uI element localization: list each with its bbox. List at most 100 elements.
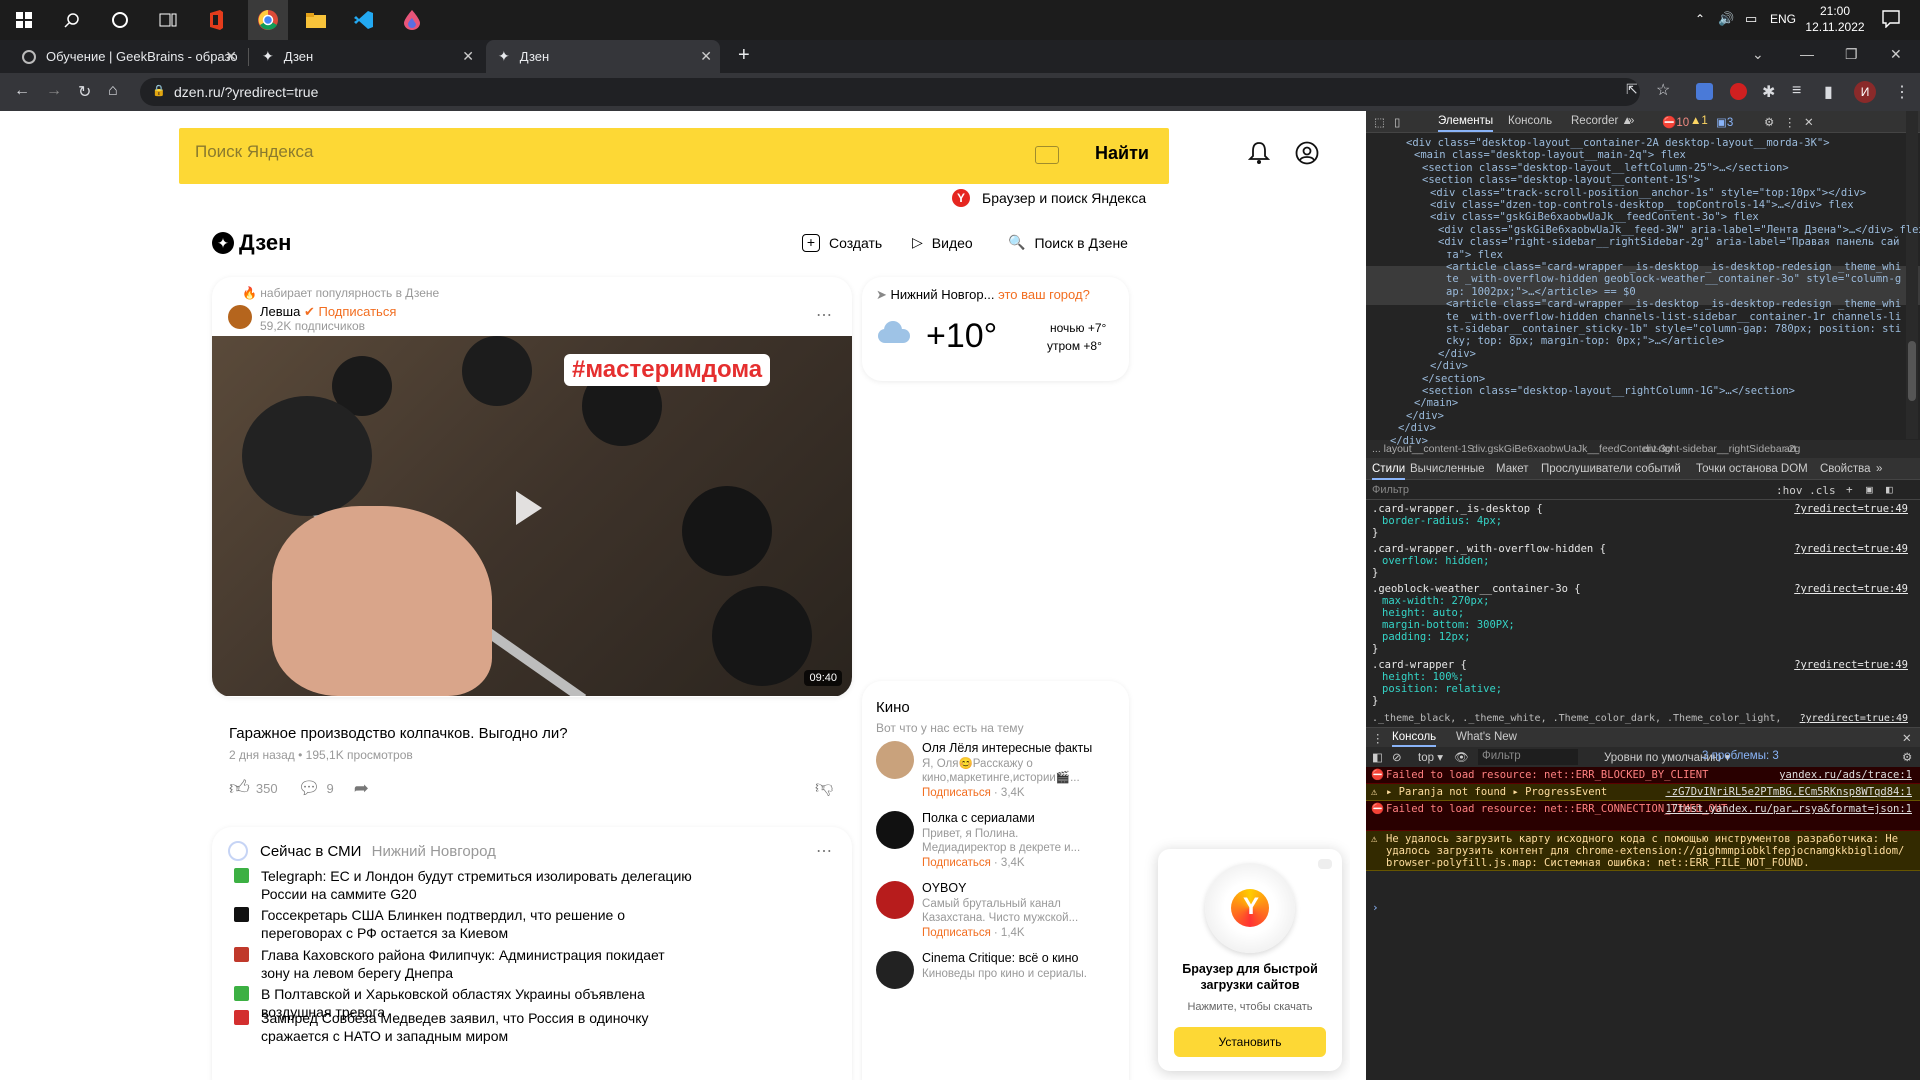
- search-input[interactable]: Поиск Яндекса: [195, 142, 313, 162]
- extensions-puzzle-icon[interactable]: ✱: [1762, 82, 1775, 102]
- news-region[interactable]: Нижний Новгород: [372, 843, 496, 860]
- inspect-element-icon[interactable]: ⬚: [1374, 115, 1385, 129]
- error-count-badge[interactable]: ⛔10: [1662, 115, 1689, 129]
- dom-node-line[interactable]: <main class="desktop-layout__main-2q"> f…: [1414, 149, 1686, 162]
- home-icon[interactable]: ⌂: [108, 82, 118, 100]
- city-question-link[interactable]: это ваш город?: [998, 287, 1090, 302]
- console-prompt-icon[interactable]: ›: [1372, 901, 1379, 914]
- css-property[interactable]: border-radius: 4px;: [1382, 515, 1502, 528]
- tab-geekbrains[interactable]: Обучение | GeekBrains - образо ✕: [10, 40, 245, 73]
- reading-list-icon[interactable]: ≡: [1792, 82, 1801, 100]
- channel-name[interactable]: Полка с сериалами: [922, 811, 1112, 825]
- channel-name[interactable]: Cinema Critique: всё о кино: [922, 951, 1112, 965]
- more-dots-icon[interactable]: ⋯: [816, 841, 832, 861]
- devtools-menu-icon[interactable]: ⋮: [1784, 115, 1796, 129]
- css-source-link[interactable]: ?yredirect=true:49: [1794, 583, 1908, 596]
- restore-icon[interactable]: ❐: [1845, 46, 1858, 63]
- dom-node-line[interactable]: </section>: [1422, 373, 1485, 386]
- clear-console-icon[interactable]: ⊘: [1392, 750, 1402, 764]
- dom-node-line[interactable]: <div class="track-scroll-position__ancho…: [1430, 187, 1866, 200]
- console-sidebar-icon[interactable]: ◧: [1372, 750, 1383, 764]
- dislike-icon[interactable]: 👎︎: [815, 776, 833, 798]
- breadcrumb[interactable]: div.right-sidebar__rightSidebar-2g: [1643, 443, 1800, 455]
- author-name[interactable]: Левша: [260, 304, 300, 319]
- dom-node-line[interactable]: <article class="card-wrapper _is-desktop…: [1446, 261, 1901, 274]
- dom-node-line[interactable]: <div class="dzen-top-controls-desktop__t…: [1430, 199, 1854, 212]
- yandex-browser-promo-link[interactable]: Y Браузер и поиск Яндекса: [952, 189, 1146, 207]
- dom-node-line[interactable]: <section class="desktop-layout__content-…: [1422, 174, 1700, 187]
- close-icon[interactable]: ✕: [700, 48, 712, 65]
- search-icon[interactable]: [56, 4, 88, 36]
- message-count-badge[interactable]: ▣3: [1716, 115, 1733, 129]
- channel-name[interactable]: OYBOY: [922, 881, 1112, 895]
- css-property[interactable]: overflow: hidden;: [1382, 555, 1489, 568]
- eye-icon[interactable]: 👁: [1454, 750, 1469, 764]
- address-bar[interactable]: 🔒 dzen.ru/?yredirect=true: [140, 78, 1640, 106]
- dom-node-line[interactable]: te _with-overflow-hidden geoblock-weathe…: [1446, 273, 1901, 286]
- drawer-tab-console[interactable]: Консоль: [1392, 731, 1437, 747]
- video-button[interactable]: ▷ Видео: [912, 234, 973, 251]
- dom-node-line[interactable]: <article class="card-wrapper _is-desktop…: [1446, 298, 1901, 311]
- profile-avatar[interactable]: И: [1854, 81, 1876, 103]
- channel-avatar[interactable]: [876, 811, 914, 849]
- chrome-icon[interactable]: [248, 0, 288, 40]
- share-icon[interactable]: ⇱: [1626, 81, 1638, 98]
- more-tabs-icon[interactable]: »: [1876, 463, 1882, 475]
- news-item[interactable]: Зампред Совбеза Медведев заявил, что Рос…: [234, 1009, 694, 1045]
- dom-node-line[interactable]: </main>: [1414, 397, 1458, 410]
- channel-item[interactable]: Оля Лёля интересные факты Я, Оля😊Расскажу…: [876, 741, 1116, 807]
- channel-item[interactable]: Cinema Critique: всё о кино Киноведы про …: [876, 951, 1116, 1017]
- reload-icon[interactable]: ↻: [78, 82, 91, 102]
- dzen-logo[interactable]: ✦ Дзен: [212, 230, 291, 256]
- console-error-line[interactable]: ⛔ Failed to load resource: net::ERR_BLOCK…: [1366, 767, 1920, 784]
- dom-node-line[interactable]: </div>: [1390, 435, 1428, 448]
- search-button[interactable]: Найти: [1095, 143, 1149, 164]
- sidebar-toggle-icon[interactable]: ◧: [1886, 483, 1893, 496]
- create-button[interactable]: + Создать: [802, 234, 882, 252]
- news-item[interactable]: Госсекретарь США Блинкен подтвердил, что…: [234, 906, 694, 942]
- close-icon[interactable]: ✕: [462, 48, 474, 65]
- drawer-tab-whats-new[interactable]: What's New: [1456, 731, 1517, 743]
- news-item[interactable]: Telegraph: ЕС и Лондон будут стремиться …: [234, 867, 694, 903]
- clock[interactable]: 21:00 12.11.2022: [1805, 4, 1865, 34]
- adblock-extension-icon[interactable]: [1730, 83, 1747, 100]
- language-indicator[interactable]: ENG: [1770, 12, 1796, 26]
- tab-properties[interactable]: Свойства: [1820, 463, 1871, 475]
- channel-subscribe-link[interactable]: Подписаться: [922, 787, 991, 799]
- tab-layout[interactable]: Макет: [1496, 463, 1529, 475]
- css-property[interactable]: padding: 12px;: [1382, 631, 1471, 644]
- channel-subscribe-link[interactable]: Подписаться: [922, 857, 991, 869]
- keyboard-icon[interactable]: [1035, 146, 1059, 164]
- console-source-link[interactable]: -zG7DvINriRL5e2PTmBG.ECm5RKnsp8WTqd84:1: [1665, 786, 1912, 798]
- tab-console[interactable]: Консоль: [1508, 115, 1552, 127]
- dom-node-line[interactable]: <div class="gskGiBe6xaobwUaJk__feed-3W" …: [1438, 224, 1920, 237]
- css-source-link[interactable]: ?yredirect=true:49: [1794, 659, 1908, 672]
- dom-node-line[interactable]: <div class="right-sidebar__rightSidebar-…: [1438, 236, 1899, 249]
- dom-node-line[interactable]: st-sidebar__container_sticky-1b" style="…: [1446, 323, 1901, 336]
- menu-dots-icon[interactable]: ⋮: [1894, 82, 1910, 102]
- video-thumbnail[interactable]: #мастеримдома 09:40: [212, 336, 852, 696]
- windows-start-icon[interactable]: [8, 4, 40, 36]
- channel-item[interactable]: OYBOY Самый брутальный канал Казахстана. …: [876, 881, 1116, 947]
- console-source-link[interactable]: 17test.yandex.ru/par…rsya&format=json:1: [1665, 803, 1912, 815]
- share-icon[interactable]: ➦: [354, 778, 369, 799]
- browser-promo-popup[interactable]: Y Браузер для быстрой загрузки сайтов На…: [1158, 849, 1342, 1071]
- dom-node-line[interactable]: cky; top: 8px; margin-top: 0px;">…</arti…: [1446, 335, 1724, 348]
- translate-extension-icon[interactable]: [1696, 83, 1713, 100]
- tray-chevron-icon[interactable]: ⌃: [1695, 12, 1705, 26]
- install-button[interactable]: Установить: [1174, 1027, 1326, 1057]
- channel-avatar[interactable]: [876, 881, 914, 919]
- device-toolbar-icon[interactable]: ▯: [1394, 115, 1400, 129]
- styles-filter-input[interactable]: Фильтр: [1372, 484, 1409, 496]
- tab-recorder[interactable]: Recorder ▲: [1571, 115, 1633, 127]
- volume-icon[interactable]: 🔊: [1718, 11, 1734, 27]
- tab-computed[interactable]: Вычисленные: [1410, 463, 1485, 475]
- comment-icon[interactable]: 💬︎: [298, 778, 321, 799]
- dom-node-line[interactable]: <div class="desktop-layout__container-2A…: [1406, 137, 1830, 150]
- element-state-icon[interactable]: ▣: [1866, 483, 1873, 496]
- minimize-icon[interactable]: —: [1800, 46, 1814, 62]
- dzen-search-button[interactable]: 🔍 Поиск в Дзене: [1008, 234, 1128, 251]
- post-title[interactable]: Гаражное производство колпачков. Выгодно…: [229, 725, 568, 742]
- dom-node-line[interactable]: </div>: [1398, 422, 1436, 435]
- news-title[interactable]: Сейчас в СМИ: [260, 843, 361, 860]
